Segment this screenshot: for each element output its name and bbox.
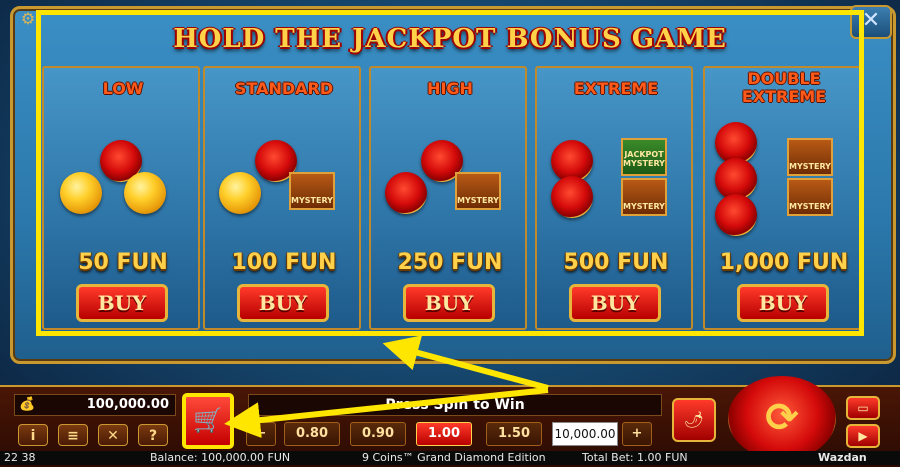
game-name: 9 Coins™ Grand Diamond Edition <box>362 451 546 464</box>
footer-total-bet: Total Bet: 1.00 FUN <box>582 451 688 464</box>
tutorial-arrows <box>224 335 549 439</box>
wazdan-logo: Wazdan <box>818 451 867 464</box>
arrow-to-popup <box>382 335 549 391</box>
clock-text: 22 38 <box>4 451 36 464</box>
status-footer: 22 38 Balance: 100,000.00 FUN 9 Coins™ G… <box>0 451 900 465</box>
footer-balance: Balance: 100,000.00 FUN <box>150 451 291 464</box>
arrow-to-cart <box>224 387 549 439</box>
